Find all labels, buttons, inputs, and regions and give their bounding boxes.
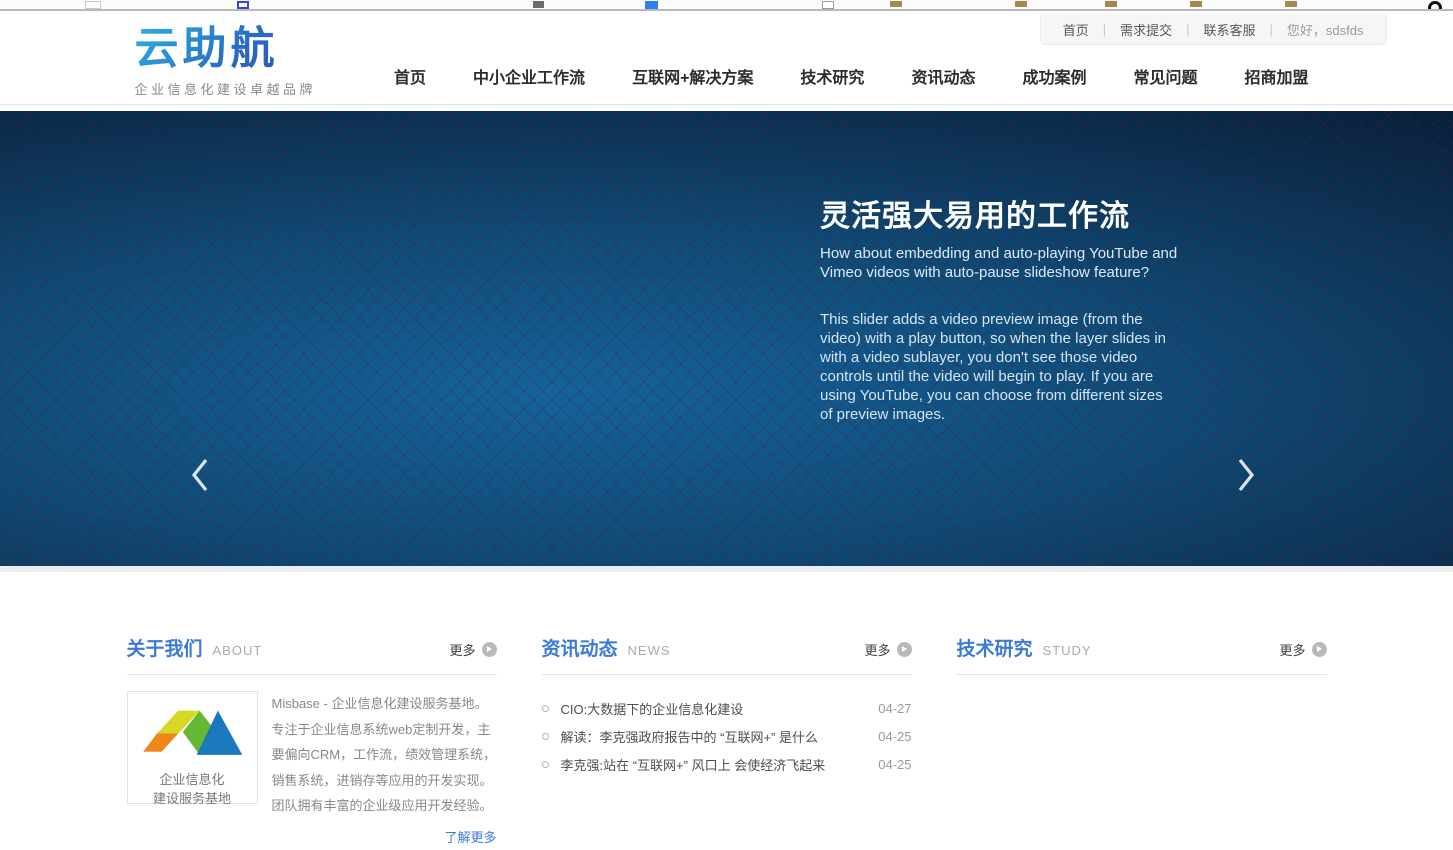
- utility-bar: 首页 | 需求提交 | 联系客服 | 您好，sdsfds: [1040, 14, 1387, 45]
- study-header: 技术研究 STUDY 更多: [957, 634, 1327, 675]
- news-item-link[interactable]: CIO:大数据下的企业信息化建设: [561, 699, 744, 718]
- more-label: 更多: [1279, 640, 1305, 659]
- nav-item-internet-solutions[interactable]: 互联网+解决方案: [632, 64, 753, 88]
- dark-app-icon[interactable]: [533, 1, 544, 8]
- news-header: 资讯动态 NEWS 更多: [542, 634, 912, 675]
- about-text: Misbase - 企业信息化建设服务基地。专注于企业信息系统web定制开发，主…: [272, 691, 497, 819]
- folder-icon[interactable]: [1105, 1, 1117, 7]
- learn-more-link[interactable]: 了解更多: [444, 830, 496, 845]
- folder-icon[interactable]: [1190, 1, 1202, 7]
- hero-title: 灵活强大易用的工作流: [820, 191, 1180, 235]
- logo-tagline: 企业信息化建设卓越品牌: [135, 79, 317, 98]
- news-item-link[interactable]: 李克强:站在 “互联网+” 风口上 会使经济飞起来: [561, 755, 826, 774]
- folder-icon[interactable]: [1285, 1, 1297, 7]
- news-item-link[interactable]: 解读：李克强政府报告中的 “互联网+” 是什么: [561, 727, 818, 746]
- news-row: CIO:大数据下的企业信息化建设 04-27: [542, 694, 912, 722]
- study-column: 技术研究 STUDY 更多: [957, 634, 1327, 847]
- news-item-date: 04-25: [868, 729, 911, 744]
- folder-icon[interactable]: [1015, 1, 1027, 7]
- circle-play-icon: [1312, 642, 1327, 657]
- news-item-date: 04-27: [868, 701, 911, 716]
- site-logo[interactable]: 云助航 企业信息化建设卓越品牌: [135, 24, 317, 98]
- study-subtitle: STUDY: [1043, 643, 1092, 658]
- nav-item-tech-research[interactable]: 技术研究: [800, 64, 864, 88]
- about-column: 关于我们 ABOUT 更多 企业信息化 建设服务基地 Misbase - 企业信…: [127, 634, 497, 847]
- gray-app-icon[interactable]: [822, 1, 834, 9]
- hero-subtitle: How about embedding and auto-playing You…: [820, 244, 1180, 282]
- page-icon[interactable]: [85, 1, 101, 9]
- nav-item-faq[interactable]: 常见问题: [1133, 64, 1197, 88]
- about-image-caption: 建设服务基地: [134, 790, 251, 807]
- about-logo-image: 企业信息化 建设服务基地: [127, 691, 258, 804]
- news-title: 资讯动态: [542, 634, 618, 661]
- site-header: 首页 | 需求提交 | 联系客服 | 您好，sdsfds 云助航 企业信息化建设…: [0, 14, 1453, 105]
- bullet-icon: [542, 761, 549, 768]
- more-label: 更多: [449, 640, 475, 659]
- utility-link-service[interactable]: 联系客服: [1204, 20, 1256, 39]
- main-nav: 首页 中小企业工作流 互联网+解决方案 技术研究 资讯动态 成功案例 常见问题 …: [394, 64, 1308, 88]
- slider-next-arrow-icon[interactable]: [1236, 457, 1256, 498]
- search-icon[interactable]: [1428, 1, 1442, 9]
- news-column: 资讯动态 NEWS 更多 CIO:大数据下的企业信息化建设 04-27 解读：李…: [542, 634, 912, 847]
- news-item-date: 04-25: [868, 757, 911, 772]
- news-list: CIO:大数据下的企业信息化建设 04-27 解读：李克强政府报告中的 “互联网…: [542, 694, 912, 778]
- about-more-link[interactable]: 更多: [449, 640, 496, 659]
- utility-link-submit[interactable]: 需求提交: [1120, 20, 1172, 39]
- separator: |: [1103, 22, 1106, 37]
- nav-item-franchise[interactable]: 招商加盟: [1244, 64, 1308, 88]
- news-row: 李克强:站在 “互联网+” 风口上 会使经济飞起来 04-25: [542, 750, 912, 778]
- nav-item-workflow[interactable]: 中小企业工作流: [473, 64, 585, 88]
- blue-app-icon[interactable]: [645, 1, 658, 9]
- content-section: 关于我们 ABOUT 更多 企业信息化 建设服务基地 Misbase - 企业信…: [127, 572, 1327, 847]
- about-title: 关于我们: [127, 634, 203, 661]
- nav-item-cases[interactable]: 成功案例: [1022, 64, 1086, 88]
- about-image-caption: 企业信息化: [134, 771, 251, 788]
- nav-item-home[interactable]: 首页: [394, 64, 426, 88]
- about-subtitle: ABOUT: [213, 643, 263, 658]
- logo-text: 云助航: [135, 24, 317, 74]
- blue-outline-bookmark-icon[interactable]: [237, 1, 249, 9]
- study-title: 技术研究: [957, 634, 1033, 661]
- news-more-link[interactable]: 更多: [864, 640, 911, 659]
- circle-play-icon: [482, 642, 497, 657]
- about-more-row: 了解更多: [127, 827, 497, 847]
- bullet-icon: [542, 705, 549, 712]
- misbase-m-logo-icon: [136, 700, 248, 764]
- study-more-link[interactable]: 更多: [1279, 640, 1326, 659]
- slider-prev-arrow-icon[interactable]: [190, 457, 210, 498]
- folder-icon[interactable]: [890, 1, 902, 7]
- about-header: 关于我们 ABOUT 更多: [127, 634, 497, 675]
- bullet-icon: [542, 733, 549, 740]
- hero-slider: 灵活强大易用的工作流 How about embedding and auto-…: [0, 111, 1453, 572]
- nav-item-news[interactable]: 资讯动态: [911, 64, 975, 88]
- bookmarks-bar-fragment: [0, 0, 1453, 9]
- hero-paragraph: This slider adds a video preview image (…: [820, 310, 1172, 424]
- news-row: 解读：李克强政府报告中的 “互联网+” 是什么 04-25: [542, 722, 912, 750]
- separator: |: [1186, 22, 1189, 37]
- circle-play-icon: [897, 642, 912, 657]
- about-body: 企业信息化 建设服务基地 Misbase - 企业信息化建设服务基地。专注于企业…: [127, 691, 497, 819]
- user-greeting[interactable]: 您好，sdsfds: [1287, 20, 1364, 39]
- utility-link-home[interactable]: 首页: [1063, 20, 1089, 39]
- news-subtitle: NEWS: [628, 643, 671, 658]
- more-label: 更多: [864, 640, 890, 659]
- separator: |: [1270, 22, 1273, 37]
- hero-copy: 灵活强大易用的工作流 How about embedding and auto-…: [820, 191, 1180, 424]
